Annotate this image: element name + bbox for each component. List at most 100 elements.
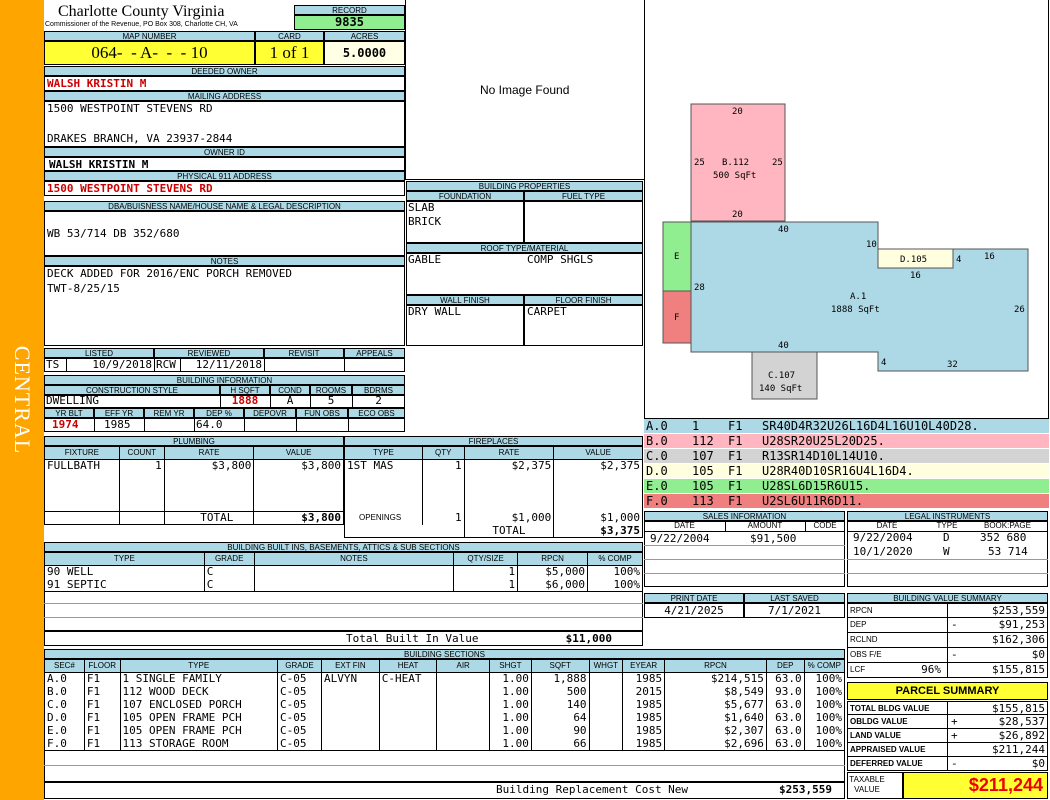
- builtin-header-comp: % COMP: [587, 552, 643, 566]
- dep-pct-label: DEP %: [194, 408, 244, 418]
- notes-line1: DECK ADDED FOR 2016/ENC PORCH REMOVED: [47, 267, 293, 280]
- built-ins-empty: [44, 590, 643, 631]
- mailing-line1: 1500 WESTPOINT STEVENS RD: [47, 102, 213, 115]
- deeded-owner-label: DEEDED OWNER: [44, 66, 405, 76]
- parcel-summary-label: DEFERRED VALUE: [850, 759, 923, 768]
- record-label: RECORD: [294, 5, 405, 15]
- parcel-summary-value: $211,244: [992, 743, 1045, 756]
- value-summary-value: $0: [1031, 648, 1045, 661]
- value-summary-value: $253,559: [992, 604, 1045, 617]
- vector-fl: F1: [728, 434, 743, 448]
- deeded-owner: WALSH KRISTIN M: [44, 76, 405, 91]
- value-summary-row: RCLND $162,306: [847, 633, 1048, 648]
- mailing-address-label: MAILING ADDRESS: [44, 91, 405, 101]
- built-ins-title: BUILDING BUILT INS, BASEMENTS, ATTICS & …: [44, 542, 643, 552]
- vector-row: E.0 105 F1 U28SL6D15R6U15.: [644, 479, 1049, 494]
- plumbing-table: FIXTURE COUNT RATE VALUE FULLBATH 1 $3,8…: [44, 446, 344, 525]
- owner-id-label: OWNER ID: [44, 147, 405, 157]
- sales-title: SALES INFORMATION: [644, 511, 845, 521]
- wall-finish: DRY WALL: [408, 305, 461, 318]
- legal-description-label: DBA/BUISNESS NAME/HOUSE NAME & LEGAL DES…: [44, 201, 405, 211]
- vector-num: 105: [692, 479, 714, 493]
- vector-code: SR40D4R32U26L16D4L16U10L40D28.: [762, 419, 979, 433]
- building-info-row2: [44, 418, 405, 432]
- sections-header-heat: HEAT: [378, 659, 438, 673]
- openings-value: $1,000: [553, 511, 643, 525]
- value-summary-sign: -: [951, 648, 958, 661]
- print-date: 4/21/2025: [644, 603, 744, 618]
- card-label: CARD: [255, 31, 324, 41]
- plumbing-header-value: VALUE: [253, 446, 344, 460]
- print-date-label: PRINT DATE: [644, 593, 744, 603]
- sketch-a-4b: 4: [881, 358, 886, 368]
- sketch-a-16a: 16: [984, 252, 995, 262]
- record-number: 9835: [294, 15, 405, 30]
- eco-obs-label: ECO OBS: [348, 408, 405, 418]
- vector-code: U2SL6U11R6D11.: [762, 494, 864, 508]
- listed-date: 10/9/2018: [92, 358, 152, 371]
- rem-yr-label: REM YR: [144, 408, 194, 418]
- sketch-e-name: E: [674, 252, 679, 262]
- sketch-a-26: 26: [1014, 305, 1025, 315]
- table-row: 1ST MAS 1 $2,375 $2,375: [345, 459, 643, 473]
- sketch-a-area: 1888 SqFt: [831, 305, 880, 315]
- value-summary-title: BUILDING VALUE SUMMARY: [847, 593, 1048, 603]
- physical-address-label: PHYSICAL 911 ADDRESS: [44, 171, 405, 181]
- taxable-label-1: TAXABLE: [849, 775, 885, 784]
- sketch-d-name: D.105: [900, 255, 927, 265]
- sections-header-floor: FLOOR: [83, 659, 121, 673]
- table-row: D.0 F1 105 OPEN FRAME PCH C-05 1.00 64 1985 $1,…: [45, 711, 845, 725]
- value-summary-row: OBS F/E - $0: [847, 648, 1048, 663]
- sales-header-amount: AMOUNT: [747, 521, 783, 530]
- table-row: C.0 F1 107 ENCLOSED PORCH C-05 1.00 140 1985 $5…: [45, 698, 845, 712]
- vector-sec: B.0: [646, 434, 668, 448]
- openings-label: OPENINGS: [359, 513, 402, 522]
- sales-amount: $91,500: [750, 532, 797, 545]
- value-summary-row: RPCN $253,559: [847, 603, 1048, 618]
- parcel-summary-value: $155,815: [992, 702, 1045, 715]
- vector-num: 1: [692, 419, 700, 433]
- fireplace-header-value: VALUE: [553, 446, 643, 460]
- legal-instruments-title: LEGAL INSTRUMENTS: [847, 511, 1048, 521]
- replacement-cost: $253,559: [779, 783, 832, 796]
- vector-row: A.0 1 F1 SR40D4R32U26L16D4L16U10L40D28.: [644, 419, 1049, 434]
- sketch-a-16b: 16: [910, 271, 921, 281]
- legal-bookpage-1: 352 680: [980, 531, 1027, 544]
- plumbing-total-label: TOTAL: [163, 511, 254, 525]
- acres-label: ACRES: [324, 31, 405, 41]
- value-summary: RPCN $253,559 DEP - $91,253 RCLND $162,306 OBS …: [847, 603, 1048, 678]
- sketch-b-top: 20: [732, 107, 743, 117]
- legal-type-1: D: [943, 531, 950, 544]
- fireplace-header-qty: QTY: [421, 446, 465, 460]
- sketch-b-bottom: 20: [732, 210, 743, 220]
- parcel-summary-row: LAND VALUE + $26,892: [847, 729, 1048, 743]
- vector-row: F.0 113 F1 U2SL6U11R6D11.: [644, 494, 1049, 509]
- last-saved-label: LAST SAVED: [744, 593, 845, 603]
- vector-fl: F1: [728, 494, 743, 508]
- plumbing-header-fixture: FIXTURE: [44, 446, 120, 460]
- builtin-header-notes: NOTES: [253, 552, 455, 566]
- parcel-summary-row: OBLDG VALUE + $28,537: [847, 715, 1048, 729]
- foundation-2: BRICK: [408, 215, 442, 228]
- sketch-c-name: C.107: [768, 371, 795, 381]
- last-saved: 7/1/2021: [744, 603, 845, 618]
- reviewed-date: 12/11/2018: [195, 358, 262, 371]
- parcel-summary-label: APPRAISED VALUE: [850, 745, 926, 754]
- appeals-label: APPEALS: [344, 348, 405, 358]
- table-row: A.0 F1 1 SINGLE FAMILY C-05 ALVYN C-HEAT 1.00 1…: [45, 672, 845, 686]
- taxable-label-2: VALUE: [854, 785, 880, 794]
- legal-date-1: 9/22/2004: [853, 531, 913, 544]
- rooms: 5: [327, 394, 335, 407]
- roof-label: ROOF TYPE/MATERIAL: [406, 243, 643, 253]
- legal-bookpage-2: 53 714: [988, 545, 1028, 558]
- value-summary-row: DEP - $91,253: [847, 618, 1048, 633]
- vector-sec: C.0: [646, 449, 668, 463]
- yr-blt: 1974: [52, 418, 79, 431]
- legal-type-2: W: [943, 545, 950, 558]
- sales-header-code: CODE: [813, 521, 837, 530]
- depovr-label: DEPOVR: [244, 408, 296, 418]
- building-sections-table: SEC# FLOOR TYPE GRADE EXT FIN HEAT AIR S…: [44, 659, 846, 751]
- built-ins-table: TYPE GRADE NOTES QTY/SIZE RPCN % COMP 90…: [44, 552, 643, 592]
- parcel-summary-label: OBLDG VALUE: [850, 717, 908, 726]
- table-row: B.0 F1 112 WOOD DECK C-05 1.00 500 2015 $8,549 9…: [45, 685, 845, 699]
